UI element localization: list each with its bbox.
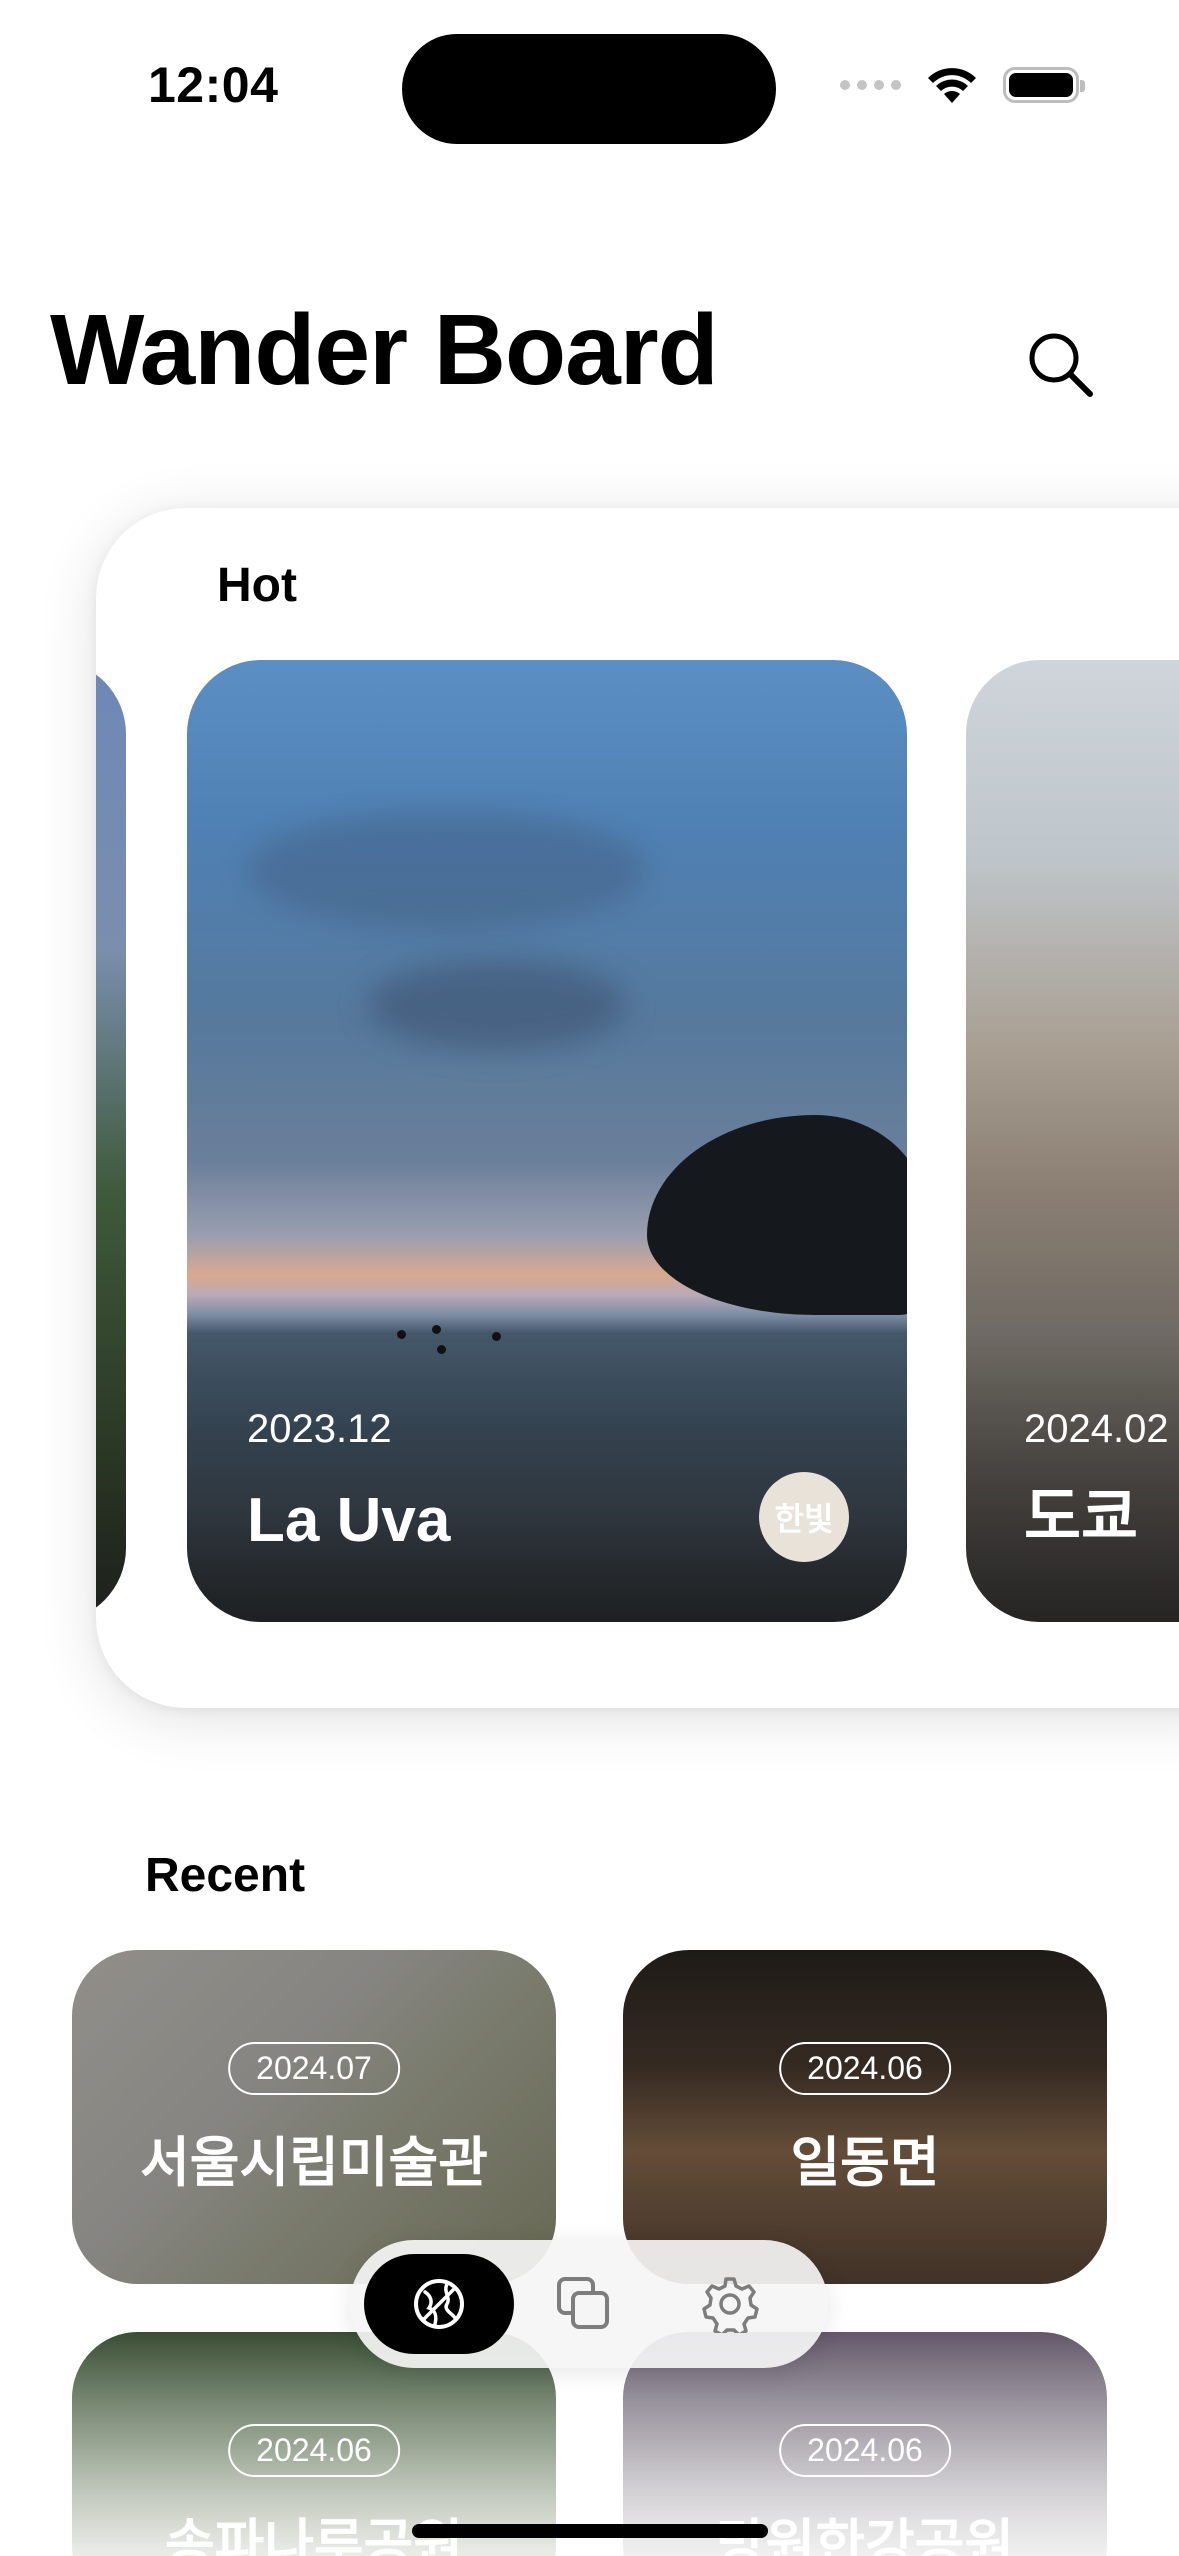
swimmer-shape [397, 1330, 406, 1339]
card-title: 도쿄 [1024, 1483, 1139, 1552]
hot-card[interactable]: 2023.12 La Uva 한빛 [187, 660, 907, 1622]
screen: 12:04 Wander Board Hot 2023.12 La Uva 한빛… [0, 0, 1179, 2556]
hot-section-label: Hot [217, 559, 297, 612]
card-photo [96, 660, 126, 1622]
cloud-shape [247, 810, 647, 930]
status-icons [840, 60, 1085, 110]
hot-card-previous[interactable] [96, 660, 126, 1622]
tab-bar [350, 2240, 828, 2368]
globe-icon [414, 2279, 464, 2329]
collections-icon [557, 2277, 609, 2329]
tab-explore[interactable] [364, 2254, 514, 2354]
hot-section: Hot 2023.12 La Uva 한빛 2024.02 도쿄 [96, 508, 1179, 1708]
home-indicator [412, 2524, 768, 2538]
photo-overlay [72, 1950, 556, 2284]
battery-icon [1003, 67, 1085, 103]
card-title: La Uva [247, 1486, 451, 1555]
recent-section-label: Recent [145, 1849, 306, 1902]
swimmer-shape [437, 1345, 446, 1354]
recent-card[interactable]: 2024.06 일동면 [623, 1950, 1107, 2284]
card-date: 2024.02 [1024, 1407, 1169, 1451]
card-title: 일동면 [790, 2133, 940, 2193]
wifi-icon [928, 68, 976, 103]
gear-icon [702, 2277, 759, 2333]
tab-settings[interactable] [670, 2254, 790, 2354]
page-title: Wander Board [50, 294, 719, 406]
search-icon[interactable] [1022, 326, 1098, 402]
card-date: 2023.12 [247, 1407, 392, 1451]
tab-collections[interactable] [524, 2254, 644, 2354]
card-date-badge: 2024.06 [228, 2424, 400, 2477]
dynamic-island [402, 34, 776, 144]
swimmer-shape [432, 1325, 441, 1334]
status-time: 12:04 [148, 57, 279, 113]
cellular-signal-icon [840, 80, 901, 90]
card-date-badge: 2024.06 [779, 2424, 951, 2477]
author-avatar[interactable]: 한빛 [759, 1472, 849, 1562]
swimmer-shape [492, 1332, 501, 1341]
card-title: 서울시립미술관 [140, 2133, 488, 2193]
hot-card-next[interactable]: 2024.02 도쿄 [966, 660, 1179, 1622]
card-date-badge: 2024.06 [779, 2042, 951, 2095]
recent-card[interactable]: 2024.07 서울시립미술관 [72, 1950, 556, 2284]
photo-overlay [623, 1950, 1107, 2284]
cloud-shape [367, 960, 627, 1050]
card-date-badge: 2024.07 [228, 2042, 400, 2095]
